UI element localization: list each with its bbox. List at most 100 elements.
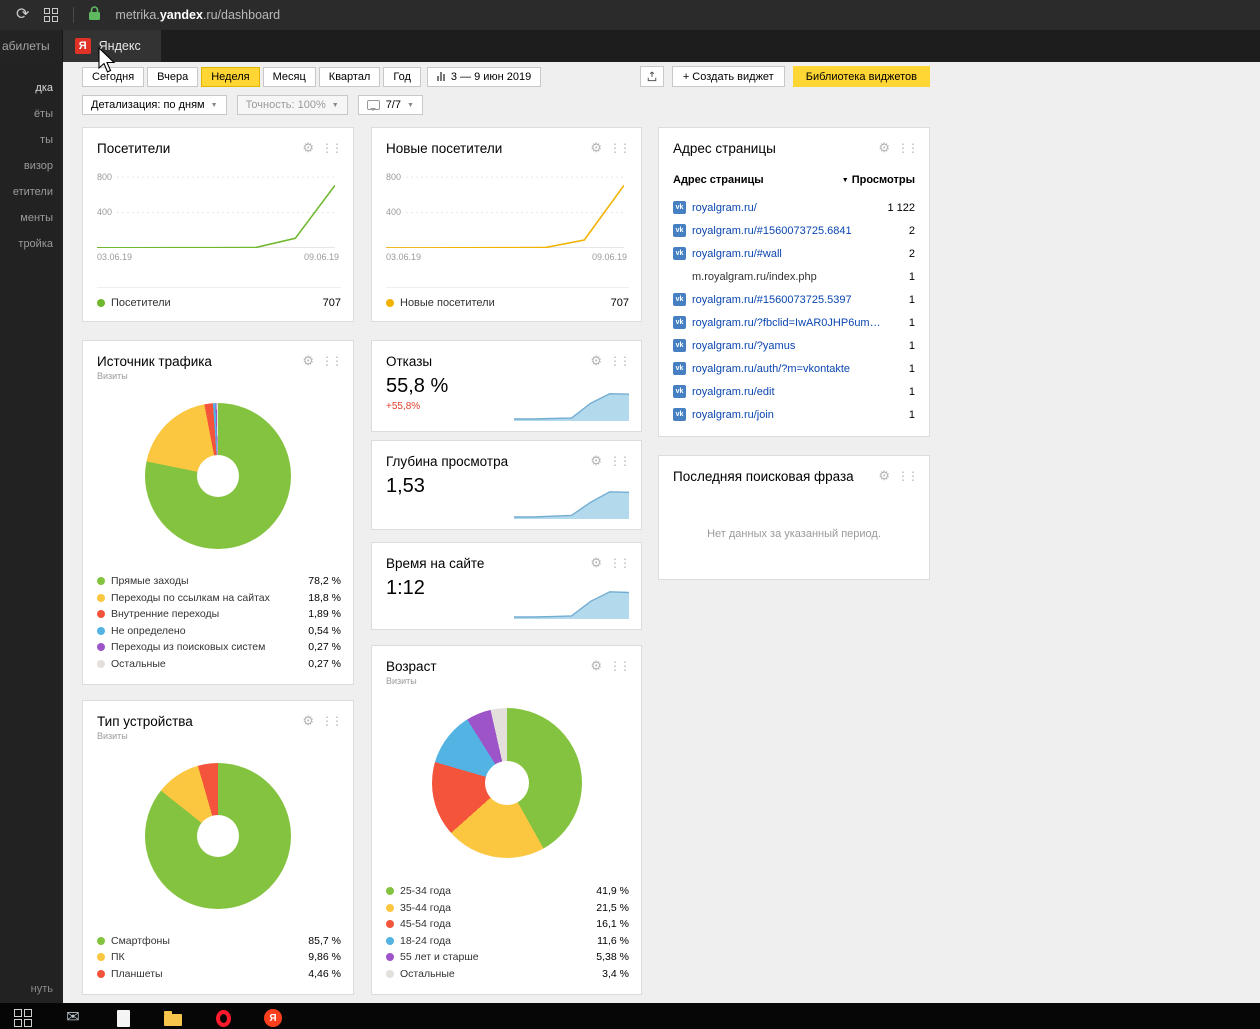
tab-partial[interactable]: абилеты bbox=[0, 30, 63, 62]
tab-label: Яндекс bbox=[99, 39, 141, 53]
url-link[interactable]: royalgram.ru/#wall bbox=[692, 248, 782, 260]
vk-icon: vk bbox=[673, 339, 686, 352]
period-button[interactable]: Неделя bbox=[201, 67, 259, 87]
sidebar-item[interactable]: етители bbox=[0, 184, 63, 201]
create-widget-button[interactable]: + Создать виджет bbox=[672, 66, 785, 87]
widget-settings-icon[interactable]: ⚙ bbox=[878, 141, 890, 154]
period-button[interactable]: Квартал bbox=[319, 67, 381, 87]
widget-library-button[interactable]: Библиотека виджетов bbox=[793, 66, 930, 87]
sidebar-item[interactable]: ёты bbox=[0, 106, 63, 123]
widget-title: Адрес страницы bbox=[673, 141, 776, 156]
column-views[interactable]: ▼ Просмотры bbox=[842, 174, 915, 186]
detalization-select[interactable]: Детализация: по дням ▼ bbox=[82, 95, 227, 115]
file-explorer-icon[interactable] bbox=[162, 1007, 184, 1029]
start-button[interactable] bbox=[12, 1007, 34, 1029]
widget-title: Посетители bbox=[97, 141, 170, 156]
legend-item: Смартфоны85,7 % bbox=[97, 933, 341, 950]
legend-item: Не определено0,54 % bbox=[97, 623, 341, 640]
widget-settings-icon[interactable]: ⚙ bbox=[302, 354, 314, 367]
legend-label: Посетители bbox=[111, 297, 171, 309]
export-icon bbox=[647, 70, 657, 83]
url-link[interactable]: m.royalgram.ru/index.php bbox=[692, 271, 817, 283]
legend-value: 1,89 % bbox=[308, 608, 341, 620]
goals-select[interactable]: 7/7 ▼ bbox=[358, 95, 423, 115]
widget-drag-handle-icon[interactable]: ⋮⋮ bbox=[897, 470, 917, 482]
sidebar-item[interactable]: дка bbox=[0, 80, 63, 97]
vk-icon: vk bbox=[673, 201, 686, 214]
widget-settings-icon[interactable]: ⚙ bbox=[590, 556, 602, 569]
address-bar[interactable]: metrika.yandex.ru/dashboard bbox=[115, 8, 280, 22]
period-button[interactable]: Год bbox=[383, 67, 421, 87]
widget-drag-handle-icon[interactable]: ⋮⋮ bbox=[609, 557, 629, 569]
yandex-browser-icon[interactable]: Я bbox=[262, 1007, 284, 1029]
period-button[interactable]: Вчера bbox=[147, 67, 198, 87]
url-link[interactable]: royalgram.ru/#1560073725.5397 bbox=[692, 294, 852, 306]
sidebar-item[interactable]: менты bbox=[0, 210, 63, 227]
opera-browser-icon[interactable] bbox=[212, 1007, 234, 1029]
notepad-app-icon[interactable] bbox=[112, 1007, 134, 1029]
speed-dial-icon[interactable] bbox=[44, 8, 58, 22]
views-count: 1 bbox=[901, 386, 915, 398]
url-link[interactable]: royalgram.ru/auth/?m=vkontakte bbox=[692, 363, 850, 375]
url-link[interactable]: royalgram.ru/ bbox=[692, 202, 757, 214]
url-link[interactable]: royalgram.ru/?fbclid=IwAR0JHP6umy... bbox=[692, 317, 882, 329]
legend-value: 0,27 % bbox=[308, 658, 341, 670]
url-link[interactable]: royalgram.ru/edit bbox=[692, 386, 775, 398]
legend-dot bbox=[386, 920, 394, 928]
widget-new-visitors: Новые посетители ⚙ ⋮⋮ 800 400 03.06.19 0… bbox=[371, 127, 642, 322]
sidebar-item[interactable]: ты bbox=[0, 132, 63, 149]
widget-subtitle: Визиты bbox=[97, 731, 353, 741]
widget-drag-handle-icon[interactable]: ⋮⋮ bbox=[609, 455, 629, 467]
widget-drag-handle-icon[interactable]: ⋮⋮ bbox=[897, 142, 917, 154]
widget-drag-handle-icon[interactable]: ⋮⋮ bbox=[321, 715, 341, 727]
export-button[interactable] bbox=[640, 66, 664, 87]
date-range-button[interactable]: 3 — 9 июн 2019 bbox=[427, 67, 541, 87]
widget-drag-handle-icon[interactable]: ⋮⋮ bbox=[321, 142, 341, 154]
views-count: 1 bbox=[901, 409, 915, 421]
widget-settings-icon[interactable]: ⚙ bbox=[302, 714, 314, 727]
widget-header: Глубина просмотра ⚙ ⋮⋮ bbox=[372, 441, 641, 469]
period-button[interactable]: Сегодня bbox=[82, 67, 144, 87]
legend-label: Смартфоны bbox=[111, 935, 170, 947]
vk-icon: vk bbox=[673, 293, 686, 306]
url-link[interactable]: royalgram.ru/join bbox=[692, 409, 774, 421]
legend-label: Внутренние переходы bbox=[111, 608, 219, 620]
table-row: vkroyalgram.ru/#1560073725.53971 bbox=[659, 288, 929, 311]
refresh-icon[interactable]: ⟳ bbox=[16, 7, 29, 23]
table-row: vkroyalgram.ru/edit1 bbox=[659, 380, 929, 403]
legend-label: Остальные bbox=[111, 658, 166, 670]
widget-settings-icon[interactable]: ⚙ bbox=[590, 659, 602, 672]
sidebar-item[interactable]: визор bbox=[0, 158, 63, 175]
widget-drag-handle-icon[interactable]: ⋮⋮ bbox=[609, 355, 629, 367]
legend-label: 45-54 года bbox=[400, 918, 451, 930]
url-link[interactable]: royalgram.ru/?yamus bbox=[692, 340, 795, 352]
widget-drag-handle-icon[interactable]: ⋮⋮ bbox=[609, 142, 629, 154]
widget-settings-icon[interactable]: ⚙ bbox=[590, 454, 602, 467]
x-axis-labels: 03.06.19 09.06.19 bbox=[386, 252, 627, 262]
mail-app-icon[interactable]: ✉ bbox=[62, 1007, 84, 1029]
widget-settings-icon[interactable]: ⚙ bbox=[590, 141, 602, 154]
bounces-spark-chart bbox=[514, 387, 629, 421]
time-spark-chart bbox=[514, 585, 629, 619]
y-axis-tick: 800 bbox=[97, 172, 115, 182]
widget-settings-icon[interactable]: ⚙ bbox=[302, 141, 314, 154]
widget-settings-icon[interactable]: ⚙ bbox=[878, 469, 890, 482]
column-url[interactable]: Адрес страницы bbox=[673, 174, 764, 186]
url-host: yandex bbox=[160, 8, 203, 22]
sidebar-item[interactable]: тройка bbox=[0, 236, 63, 253]
legend-value: 3,4 % bbox=[602, 968, 629, 980]
period-button[interactable]: Месяц bbox=[263, 67, 316, 87]
legend-value: 18,8 % bbox=[308, 592, 341, 604]
widget-drag-handle-icon[interactable]: ⋮⋮ bbox=[609, 660, 629, 672]
legend-dot bbox=[97, 610, 105, 618]
widget-settings-icon[interactable]: ⚙ bbox=[590, 354, 602, 367]
widget-title: Возраст bbox=[386, 659, 437, 674]
tab-yandex[interactable]: Я Яндекс bbox=[63, 30, 161, 62]
sidebar-collapse[interactable]: нуть bbox=[31, 983, 53, 995]
vk-icon: vk bbox=[673, 316, 686, 329]
vk-icon: vk bbox=[673, 247, 686, 260]
widget-drag-handle-icon[interactable]: ⋮⋮ bbox=[321, 355, 341, 367]
url-link[interactable]: royalgram.ru/#1560073725.6841 bbox=[692, 225, 852, 237]
accuracy-select[interactable]: Точность: 100% ▼ bbox=[237, 95, 348, 115]
widget-visitors: Посетители ⚙ ⋮⋮ 800 400 03.06.19 09.06.1… bbox=[82, 127, 354, 322]
